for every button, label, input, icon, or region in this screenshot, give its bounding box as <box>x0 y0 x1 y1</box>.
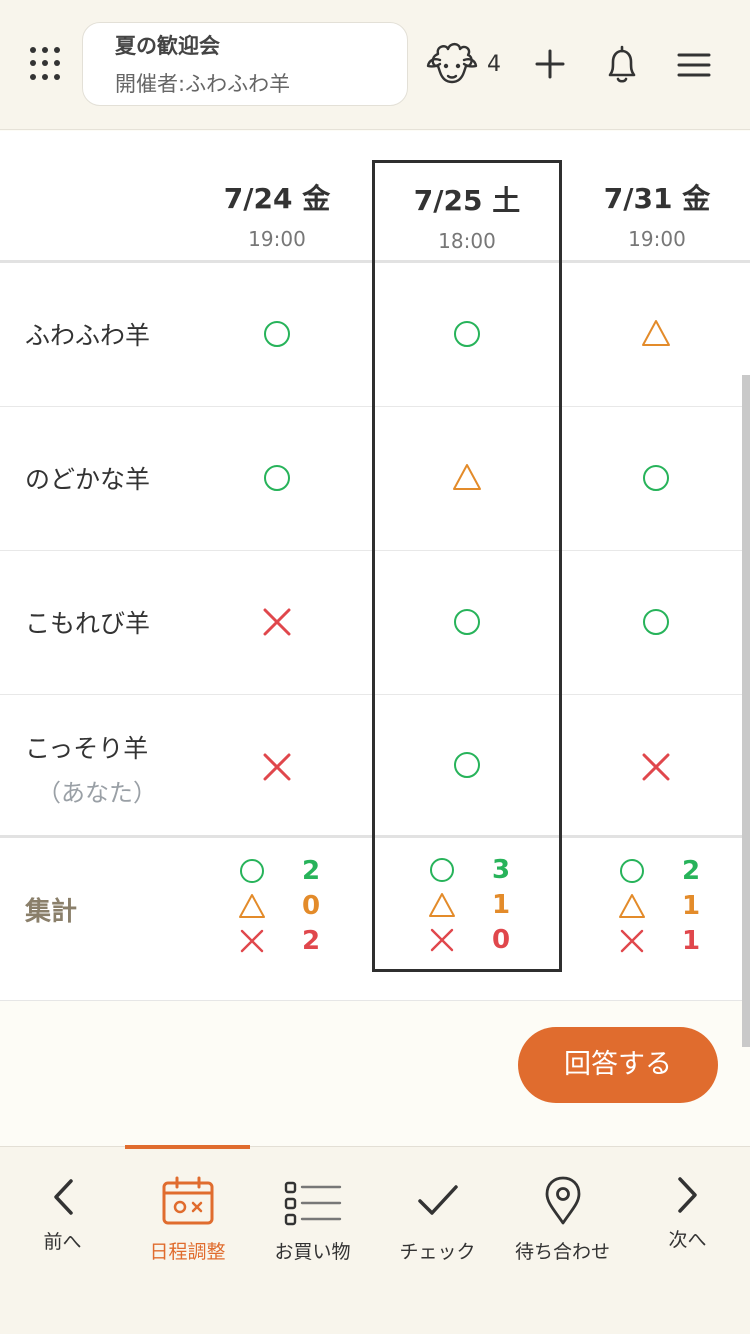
ok-count: 2 <box>302 856 321 886</box>
ok-circle-icon <box>643 609 669 635</box>
chevron-right-icon <box>677 1177 697 1213</box>
ok-circle-icon <box>454 752 480 778</box>
date-label: 7/24 金 <box>223 182 331 215</box>
participant-self-tag: （あなた） <box>37 779 157 807</box>
checkmark-icon <box>417 1185 458 1215</box>
summary-cell: 3 1 0 <box>428 853 548 958</box>
ok-circle-icon <box>264 465 290 491</box>
date-label: 7/31 金 <box>603 182 711 215</box>
no-cross-icon <box>263 608 291 636</box>
maybe-triangle-icon <box>429 893 455 917</box>
participant-name: ふわふわ羊 <box>25 321 151 350</box>
no-count: 1 <box>682 926 701 956</box>
answer-button[interactable]: 回答する <box>518 1027 718 1103</box>
summary-cell: 2 0 2 <box>238 854 358 959</box>
nav-label: 次へ <box>668 1229 707 1251</box>
hamburger-menu-icon[interactable] <box>676 50 712 80</box>
ok-count: 2 <box>682 856 701 886</box>
ok-circle-icon <box>454 321 480 347</box>
no-cross-icon <box>430 928 454 952</box>
chevron-left-icon <box>53 1179 73 1215</box>
participant-name: こっそり羊 （あなた） <box>25 729 157 808</box>
nav-label: チェック <box>399 1241 476 1263</box>
add-icon[interactable] <box>534 48 566 80</box>
schedule-table: 7/24 金 19:00 7/25 土 18:00 7/31 金 19:00 ふ… <box>0 131 750 1001</box>
no-cross-icon <box>240 929 264 953</box>
nav-shopping[interactable]: お買い物 <box>250 1147 375 1287</box>
maybe-count: 1 <box>682 891 701 921</box>
nav-label: 前へ <box>43 1231 82 1253</box>
nav-label: お買い物 <box>274 1241 351 1263</box>
time-label: 19:00 <box>248 227 306 251</box>
maybe-triangle-icon <box>239 894 265 918</box>
nav-next[interactable]: 次へ <box>625 1147 750 1287</box>
summary-divider <box>0 835 750 838</box>
notification-bell-icon[interactable] <box>603 44 641 86</box>
sheep-members-icon[interactable] <box>424 40 480 88</box>
event-selector[interactable]: 夏の歓迎会 開催者:ふわふわ羊 <box>82 22 408 106</box>
event-host: 開催者:ふわふわ羊 <box>115 72 291 96</box>
maybe-count: 1 <box>492 890 511 920</box>
event-title: 夏の歓迎会 <box>115 34 220 58</box>
ok-circle-icon <box>620 859 644 883</box>
time-label: 18:00 <box>438 229 496 253</box>
no-count: 2 <box>302 926 321 956</box>
participant-name: こもれび羊 <box>25 609 151 638</box>
no-cross-icon <box>620 929 644 953</box>
summary-cell: 2 1 1 <box>618 854 738 959</box>
ok-circle-icon <box>643 465 669 491</box>
table-bottom-border <box>0 1000 750 1001</box>
ok-circle-icon <box>264 321 290 347</box>
no-count: 0 <box>492 925 511 955</box>
maybe-triangle-icon <box>453 464 481 490</box>
nav-meetup[interactable]: 待ち合わせ <box>500 1147 625 1287</box>
ok-circle-icon <box>454 609 480 635</box>
participant-name: のどかな羊 <box>25 465 151 494</box>
member-count: 4 <box>487 52 501 77</box>
bottom-navigation: 前へ 日程調整 お買い物 チェック 待ち合わせ 次へ <box>0 1145 750 1334</box>
summary-label: 集計 <box>25 897 78 927</box>
date-label: 7/25 土 <box>413 184 521 217</box>
map-pin-icon <box>545 1176 580 1225</box>
time-label: 19:00 <box>628 227 686 251</box>
apps-grid-icon[interactable] <box>30 47 64 81</box>
nav-check[interactable]: チェック <box>375 1147 500 1287</box>
nav-prev[interactable]: 前へ <box>0 1147 125 1287</box>
maybe-count: 0 <box>302 891 321 921</box>
app-header: 夏の歓迎会 開催者:ふわふわ羊 4 <box>0 0 750 130</box>
ok-circle-icon <box>430 858 454 882</box>
calendar-icon <box>162 1176 213 1225</box>
nav-schedule[interactable]: 日程調整 <box>125 1147 250 1287</box>
maybe-triangle-icon <box>642 320 670 346</box>
checklist-icon <box>284 1181 341 1226</box>
maybe-triangle-icon <box>619 894 645 918</box>
nav-label: 日程調整 <box>149 1241 226 1263</box>
no-cross-icon <box>263 753 291 781</box>
date-column-header[interactable]: 7/31 金 19:00 <box>562 131 750 251</box>
participant-name-text: こっそり羊 <box>25 734 149 763</box>
date-column-header[interactable]: 7/24 金 19:00 <box>182 131 372 251</box>
nav-label: 待ち合わせ <box>514 1241 610 1263</box>
ok-count: 3 <box>492 855 511 885</box>
no-cross-icon <box>642 753 670 781</box>
ok-circle-icon <box>240 859 264 883</box>
date-column-header-selected[interactable]: 7/25 土 18:00 <box>372 131 562 253</box>
scrollbar[interactable] <box>742 375 750 1047</box>
